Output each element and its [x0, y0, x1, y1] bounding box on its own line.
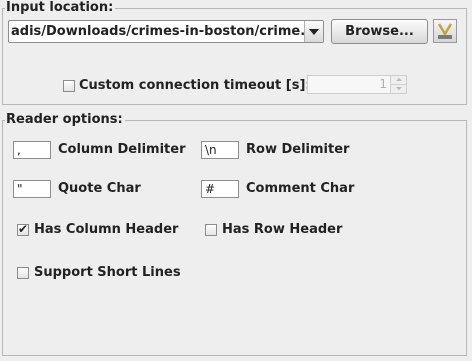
has-row-header-label: Has Row Header — [222, 222, 343, 237]
column-delimiter-input[interactable]: , — [13, 141, 51, 159]
chevron-down-icon[interactable] — [304, 21, 323, 42]
timeout-spinner[interactable]: 1 — [307, 75, 407, 94]
row-delimiter-label: Row Delimiter — [246, 142, 350, 157]
row-delimiter-input[interactable]: \n — [201, 141, 239, 159]
timeout-value: 1 — [379, 77, 387, 91]
comment-char-input[interactable]: # — [201, 180, 239, 198]
checkmark-icon: ✔ — [18, 222, 29, 236]
support-short-lines-label: Support Short Lines — [34, 265, 181, 280]
flow-variable-icon — [437, 23, 453, 39]
browse-button[interactable]: Browse... — [331, 19, 428, 44]
support-short-lines-checkbox[interactable] — [17, 267, 29, 279]
has-column-header-label: Has Column Header — [34, 222, 179, 237]
spinner-up-icon[interactable] — [390, 76, 406, 85]
custom-timeout-checkbox[interactable] — [63, 80, 75, 92]
file-path-value[interactable]: adis/Downloads/crimes-in-boston/crime.cs… — [11, 24, 323, 39]
has-column-header-checkbox[interactable]: ✔ — [17, 222, 29, 236]
comment-char-label: Comment Char — [246, 181, 355, 196]
reader-options-legend: Reader options: — [5, 112, 125, 127]
file-path-combobox[interactable]: adis/Downloads/crimes-in-boston/crime.cs… — [8, 20, 324, 43]
custom-timeout-label: Custom connection timeout [s]: — [79, 78, 311, 93]
flow-variable-button[interactable] — [433, 19, 457, 43]
spinner-down-icon[interactable] — [390, 85, 406, 93]
has-row-header-checkbox[interactable] — [205, 224, 217, 236]
quote-char-input[interactable]: " — [13, 180, 51, 198]
input-location-legend: Input location: — [5, 0, 116, 15]
column-delimiter-label: Column Delimiter — [58, 142, 186, 157]
quote-char-label: Quote Char — [58, 181, 141, 196]
